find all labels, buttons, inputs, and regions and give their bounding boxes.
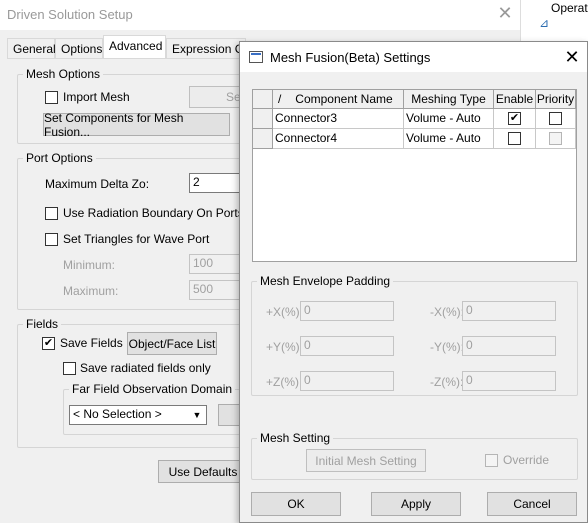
port-options-title: Port Options [23, 151, 96, 165]
use-defaults-button[interactable]: Use Defaults [158, 460, 248, 483]
driven-close-icon[interactable]: ✕ [496, 3, 514, 25]
set-components-mesh-fusion-button[interactable]: Set Components for Mesh Fusion... [43, 111, 230, 139]
override-checkbox[interactable] [485, 454, 498, 467]
far-field-selected-value: < No Selection > [73, 407, 162, 421]
plus-z-input[interactable]: 0 [300, 371, 394, 391]
cancel-button[interactable]: Cancel [487, 492, 577, 516]
minus-y-label: -Y(%): [430, 340, 464, 354]
table-cell-meshing-type[interactable]: Volume - Auto [404, 129, 494, 149]
row-header[interactable] [253, 129, 273, 149]
chevron-down-icon[interactable]: ▼ [189, 407, 205, 423]
grid-header-priority[interactable]: Priority [536, 90, 576, 109]
mesh-fusion-title: Mesh Fusion(Beta) Settings [270, 50, 431, 65]
object-face-list-button[interactable]: Object/Face List [127, 332, 217, 355]
ok-button[interactable]: OK [251, 492, 341, 516]
save-radiated-checkbox[interactable] [63, 362, 76, 375]
tab-advanced[interactable]: Advanced [103, 35, 166, 59]
fields-title: Fields [23, 317, 62, 331]
minus-x-input[interactable]: 0 [462, 301, 556, 321]
far-field-title: Far Field Observation Domain [69, 382, 236, 396]
components-grid: / Component Name Meshing Type Enable Pri… [252, 89, 577, 262]
table-cell-component-name[interactable]: Connector4 [273, 129, 404, 149]
import-mesh-checkbox[interactable] [45, 91, 58, 104]
table-cell-priority [536, 129, 576, 149]
table-cell-meshing-type[interactable]: Volume - Auto [404, 109, 494, 129]
grid-header-component-name[interactable]: / Component Name [273, 90, 404, 109]
minus-y-input[interactable]: 0 [462, 336, 556, 356]
driven-window-title: Driven Solution Setup [7, 7, 133, 22]
table-cell-enable: ✔ [494, 109, 536, 129]
plus-y-input[interactable]: 0 [300, 336, 394, 356]
save-fields-label: Save Fields [60, 336, 123, 350]
minus-z-input[interactable]: 0 [462, 371, 556, 391]
apply-button[interactable]: Apply [371, 492, 461, 516]
operations-menu-label[interactable]: Operat [551, 1, 588, 15]
component-name-header-label: Component Name [295, 92, 393, 106]
use-radiation-boundary-checkbox[interactable] [45, 207, 58, 220]
plus-x-input[interactable]: 0 [300, 301, 394, 321]
tab-options[interactable]: Options [55, 38, 103, 58]
plus-z-label: +Z(%): [266, 375, 303, 389]
use-radiation-boundary-label: Use Radiation Boundary On Ports [63, 206, 244, 220]
maximum-label: Maximum: [63, 284, 119, 298]
mesh-options-title: Mesh Options [23, 67, 104, 81]
tab-general[interactable]: General [7, 38, 56, 58]
window-app-icon [249, 51, 263, 63]
driven-titlebar: Driven Solution Setup ✕ [0, 0, 520, 30]
priority-checkbox[interactable] [549, 112, 562, 125]
set-triangles-label: Set Triangles for Wave Port [63, 232, 210, 246]
grid-header-meshing-type[interactable]: Meshing Type [404, 90, 494, 109]
toolbar-shape-icon[interactable]: ⊿ [539, 16, 549, 30]
save-fields-checkbox[interactable]: ✔ [42, 337, 55, 350]
plus-x-label: +X(%): [266, 305, 304, 319]
mesh-fusion-titlebar: Mesh Fusion(Beta) Settings ✕ [240, 42, 587, 72]
sort-indicator-icon: / [278, 92, 282, 106]
save-radiated-label: Save radiated fields only [80, 361, 211, 375]
row-header[interactable] [253, 109, 273, 129]
minimum-label: Minimum: [63, 258, 116, 272]
tab-expression-cache[interactable]: Expression Ca [166, 38, 250, 58]
mesh-fusion-settings-dialog: Mesh Fusion(Beta) Settings ✕ / Component… [239, 41, 588, 523]
grid-header-enable[interactable]: Enable [494, 90, 536, 109]
priority-checkbox[interactable] [549, 132, 562, 145]
enable-checkbox[interactable] [508, 132, 521, 145]
override-label: Override [503, 453, 550, 467]
table-cell-priority [536, 109, 576, 129]
table-cell-component-name[interactable]: Connector3 [273, 109, 404, 129]
far-field-select[interactable]: < No Selection > ▼ [69, 405, 207, 425]
mesh-envelope-padding-title: Mesh Envelope Padding [257, 274, 394, 288]
table-cell-enable [494, 129, 536, 149]
grid-corner-header [253, 90, 273, 109]
plus-y-label: +Y(%): [266, 340, 304, 354]
minus-x-label: -X(%): [430, 305, 464, 319]
close-icon[interactable]: ✕ [564, 47, 580, 67]
initial-mesh-setting-button[interactable]: Initial Mesh Setting [306, 449, 426, 472]
enable-checkbox[interactable]: ✔ [508, 112, 521, 125]
max-delta-zo-label: Maximum Delta Zo: [45, 177, 150, 191]
import-mesh-label: Import Mesh [63, 90, 130, 104]
minus-z-label: -Z(%): [430, 375, 464, 389]
set-triangles-checkbox[interactable] [45, 233, 58, 246]
mesh-setting-title: Mesh Setting [257, 431, 334, 445]
